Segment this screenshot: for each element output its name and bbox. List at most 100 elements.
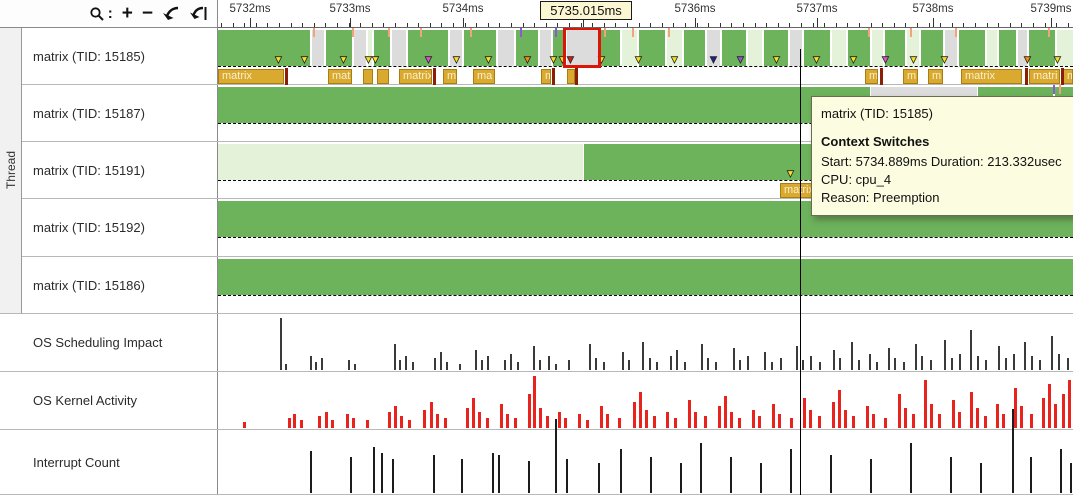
magnifier-icon[interactable] — [89, 4, 105, 24]
ruler-minor-tick — [917, 23, 918, 27]
context-switch-marker[interactable]: ▼ — [908, 54, 920, 66]
context-switch-marker[interactable]: ▼ — [811, 54, 823, 66]
time-cursor-line[interactable] — [800, 49, 801, 495]
spike-bar — [772, 404, 775, 428]
running-segment[interactable] — [218, 30, 310, 66]
running-segment[interactable] — [218, 87, 870, 123]
preempted-segment[interactable] — [392, 30, 406, 66]
zoom-in-icon[interactable]: + — [122, 4, 133, 24]
context-switch-marker[interactable]: ▼ — [338, 54, 350, 66]
context-switch-marker[interactable]: ▼ — [669, 54, 681, 66]
spike-bar — [500, 404, 503, 428]
spike-bar — [838, 390, 841, 428]
task-marker[interactable] — [363, 69, 373, 84]
running-segment[interactable] — [218, 259, 1073, 295]
ruler-minor-tick — [615, 23, 617, 27]
spike-bar — [1062, 394, 1065, 428]
preempted-segment[interactable] — [498, 30, 514, 66]
ruler-minor-tick — [847, 23, 849, 27]
timeline-row[interactable] — [218, 257, 1073, 314]
task-marker[interactable]: matrix — [399, 69, 432, 84]
spike-bar — [381, 453, 383, 493]
context-switch-marker[interactable]: ▼ — [370, 54, 382, 66]
spike-bar — [796, 346, 798, 370]
thread-group-label: Thread — [3, 151, 18, 190]
context-switch-marker[interactable]: ▼ — [735, 54, 747, 66]
spike-bar — [1054, 404, 1057, 428]
task-marker[interactable]: matrix — [961, 69, 1022, 84]
ruler-minor-tick — [290, 23, 292, 27]
row-header-thread[interactable]: matrix (TID: 15191) — [0, 142, 218, 199]
context-switch-marker[interactable]: ▼ — [939, 54, 951, 66]
zoom-out-icon[interactable]: − — [142, 4, 153, 24]
spike-bar — [481, 360, 483, 370]
selected-context-switch-box[interactable] — [563, 28, 601, 68]
task-marker[interactable]: mat — [328, 69, 352, 84]
timeline-row[interactable] — [218, 314, 1073, 372]
context-switch-marker[interactable]: ▼ — [708, 54, 720, 66]
context-switch-marker[interactable]: ▼ — [1052, 54, 1064, 66]
task-marker[interactable]: ma — [473, 69, 495, 84]
spike-bar — [866, 406, 869, 428]
ruler-minor-tick — [685, 23, 686, 27]
idle-segment[interactable] — [218, 144, 583, 180]
spike-bar — [802, 360, 804, 370]
row-header-chart[interactable]: Interrupt Count — [0, 430, 218, 495]
context-switch-marker[interactable]: ▼ — [633, 54, 645, 66]
zoom-selection-icon[interactable] — [162, 4, 180, 24]
task-marker[interactable]: m — [443, 69, 457, 84]
spike-bar — [980, 463, 982, 493]
running-segment[interactable] — [684, 30, 705, 66]
timeline-canvas[interactable]: matrixmatmatrixmmammmmmatrixmatrima▼▼▼▼▼… — [218, 28, 1073, 495]
row-header-chart[interactable]: OS Scheduling Impact — [0, 314, 218, 372]
spike-bar — [771, 362, 773, 370]
spike-bar — [546, 416, 549, 428]
spike-bar — [1058, 354, 1060, 370]
task-marker[interactable]: m — [865, 69, 878, 84]
time-ruler[interactable]: 5732ms 5733ms 5734ms 5736ms 5737ms 5738ms 5739… — [218, 0, 1073, 28]
row-header-thread[interactable]: matrix (TID: 15187) — [0, 85, 218, 142]
row-header-chart[interactable]: OS Kernel Activity — [0, 372, 218, 430]
context-switch-marker[interactable]: ▼ — [771, 54, 783, 66]
context-switch-marker[interactable]: ▼ — [1022, 54, 1034, 66]
spike-bar — [684, 362, 686, 370]
spike-bar — [738, 418, 741, 428]
idle-segment[interactable] — [987, 30, 997, 66]
spike-bar — [930, 360, 932, 370]
context-switch-marker[interactable]: ▼ — [785, 168, 797, 180]
context-switch-marker[interactable]: ▼ — [522, 54, 534, 66]
context-switch-marker[interactable]: ▼ — [273, 54, 285, 66]
idle-segment[interactable] — [748, 30, 762, 66]
row-header-thread[interactable]: matrix (TID: 15185) — [0, 28, 218, 85]
zoom-fit-icon[interactable] — [189, 4, 207, 24]
idle-segment[interactable] — [832, 30, 846, 66]
spike-bar — [517, 362, 519, 370]
context-switch-marker[interactable]: ▼ — [483, 54, 495, 66]
ruler-minor-tick — [267, 23, 269, 27]
task-marker[interactable] — [567, 69, 575, 84]
ruler-minor-tick — [731, 23, 733, 27]
task-marker[interactable] — [377, 69, 389, 84]
context-switch-marker[interactable]: ▼ — [299, 54, 311, 66]
ruler-minor-tick — [859, 23, 860, 27]
context-switch-marker[interactable]: ▼ — [451, 54, 463, 66]
task-marker[interactable]: m — [541, 69, 551, 84]
task-marker[interactable]: matri — [1029, 69, 1060, 84]
context-switch-marker[interactable]: ▼ — [423, 54, 435, 66]
spike-bar — [839, 358, 841, 370]
spike-bar — [618, 418, 621, 428]
timeline-row[interactable] — [218, 409, 1073, 495]
task-marker[interactable]: m — [903, 69, 918, 84]
task-marker[interactable]: m — [928, 69, 943, 84]
timeline-row[interactable] — [218, 372, 1073, 430]
timeline-row[interactable]: matrixmatmatrixmmammmmmatrixmatrima▼▼▼▼▼… — [218, 28, 1073, 85]
context-switch-marker[interactable]: ▼ — [848, 54, 860, 66]
running-segment[interactable] — [999, 30, 1016, 66]
row-header-thread[interactable]: matrix (TID: 15186) — [0, 257, 218, 314]
task-marker[interactable]: matrix — [218, 69, 284, 84]
task-marker[interactable]: ma — [1063, 69, 1073, 84]
row-header-thread[interactable]: matrix (TID: 15192) — [0, 199, 218, 257]
ruler-major-tick — [463, 18, 464, 27]
running-segment[interactable] — [959, 30, 985, 66]
context-switch-marker[interactable]: ▼ — [880, 54, 892, 66]
